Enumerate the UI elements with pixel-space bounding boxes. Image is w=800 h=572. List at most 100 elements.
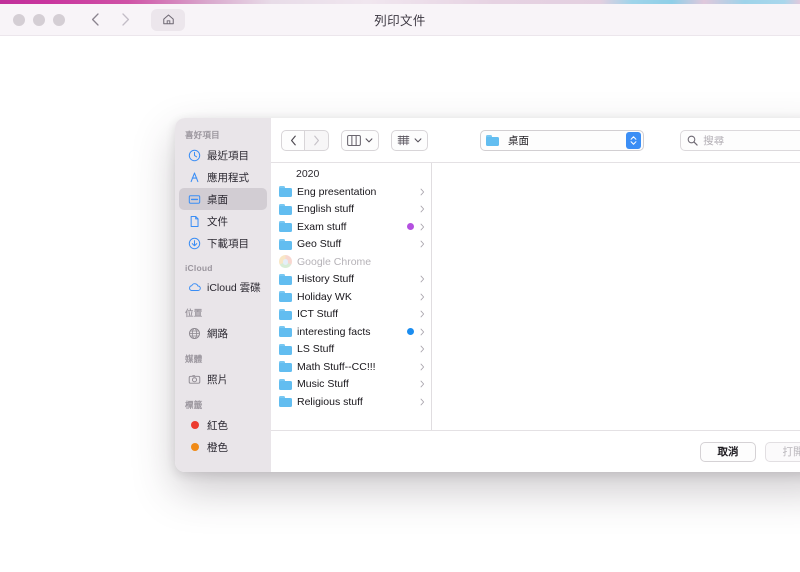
home-icon xyxy=(162,14,174,25)
list-item[interactable]: Holiday WK xyxy=(271,288,431,306)
tag-dot-icon xyxy=(187,418,202,433)
view-mode-popup-button[interactable] xyxy=(341,129,379,151)
photos-camera-icon xyxy=(187,372,202,387)
sidebar-item-photos[interactable]: 照片 xyxy=(179,368,267,390)
list-item[interactable]: History Stuff xyxy=(271,271,431,289)
sidebar-group-media: 媒體 照片 xyxy=(175,353,271,390)
list-item[interactable]: Eng presentation xyxy=(271,183,431,201)
dialog-back-button[interactable] xyxy=(281,129,305,151)
sidebar-item-network[interactable]: 網路 xyxy=(179,322,267,344)
folder-icon xyxy=(279,361,292,373)
sidebar-item-label: 桌面 xyxy=(207,193,228,206)
file-name: interesting facts xyxy=(297,325,371,338)
dialog-forward-button[interactable] xyxy=(305,129,329,151)
sidebar-item-recents[interactable]: 最近項目 xyxy=(179,144,267,166)
cancel-button[interactable]: 取消 xyxy=(700,441,756,462)
sidebar-item-label: iCloud 雲碟 xyxy=(207,281,261,294)
sidebar-item-applications[interactable]: 應用程式 xyxy=(179,166,267,188)
sidebar-item-downloads[interactable]: 下載項目 xyxy=(179,232,267,254)
group-items-icon xyxy=(397,135,410,145)
stepper-icon[interactable] xyxy=(626,131,642,149)
tag-dot-icon xyxy=(187,440,202,455)
chevron-right-icon xyxy=(419,345,426,353)
file-name: History Stuff xyxy=(297,273,354,286)
column-browser: 2020 Eng presentation English stuff Exam… xyxy=(271,162,800,430)
minimize-window-button[interactable] xyxy=(33,13,45,26)
browser-forward-button[interactable] xyxy=(113,8,137,32)
file-open-dialog: 喜好項目 最近項目 應用程式 桌面 文件 下載項目 iCloud iCloud … xyxy=(175,118,800,472)
file-list-column[interactable]: 2020 Eng presentation English stuff Exam… xyxy=(271,163,432,430)
chevron-right-icon xyxy=(419,398,426,406)
sidebar-item-desktop[interactable]: 桌面 xyxy=(179,188,267,210)
sidebar-item-label: 網路 xyxy=(207,327,228,340)
folder-icon xyxy=(279,326,292,338)
dialog-toolbar: 桌面 搜尋 xyxy=(271,118,800,162)
sidebar-item-documents[interactable]: 文件 xyxy=(179,210,267,232)
sidebar-item-label: 應用程式 xyxy=(207,171,249,184)
list-item[interactable]: Religious stuff xyxy=(271,393,431,411)
chevron-down-icon xyxy=(365,137,373,142)
sidebar-item-label: 照片 xyxy=(207,373,228,386)
folder-icon xyxy=(279,343,292,355)
list-item[interactable]: Music Stuff xyxy=(271,376,431,394)
chevron-right-icon xyxy=(419,223,426,231)
dialog-sidebar: 喜好項目 最近項目 應用程式 桌面 文件 下載項目 iCloud iCloud … xyxy=(175,118,271,472)
folder-icon xyxy=(279,308,292,320)
network-globe-icon xyxy=(187,326,202,341)
list-item[interactable]: Geo Stuff xyxy=(271,236,431,254)
home-button[interactable] xyxy=(151,8,185,31)
open-button[interactable]: 打開 xyxy=(765,441,800,462)
search-placeholder: 搜尋 xyxy=(703,134,725,147)
location-popup-button[interactable]: 桌面 xyxy=(480,129,645,151)
sidebar-group-favorites: 喜好項目 最近項目 應用程式 桌面 文件 下載項目 xyxy=(175,129,271,254)
sidebar-item-tag-red[interactable]: 紅色 xyxy=(179,414,267,436)
zoom-window-button[interactable] xyxy=(53,13,65,26)
file-name: English stuff xyxy=(297,203,355,216)
sidebar-item-label: 下載項目 xyxy=(207,237,249,250)
list-item[interactable]: Google Chrome xyxy=(271,253,431,271)
sidebar-item-label: 最近項目 xyxy=(207,149,249,162)
chevron-right-icon xyxy=(314,135,319,145)
folder-icon xyxy=(279,203,292,215)
folder-icon xyxy=(279,273,292,285)
applications-icon xyxy=(187,170,202,185)
search-icon xyxy=(687,135,698,146)
sidebar-group-tags: 標籤 紅色 橙色 xyxy=(175,399,271,458)
chevron-right-icon xyxy=(419,328,426,336)
list-item[interactable]: Math Stuff--CC!!! xyxy=(271,358,431,376)
list-item[interactable]: LS Stuff xyxy=(271,341,431,359)
sidebar-item-icloud-drive[interactable]: iCloud 雲碟 xyxy=(179,276,267,298)
file-name: Holiday WK xyxy=(297,290,352,303)
dialog-nav-segment xyxy=(281,129,329,151)
chevron-right-icon xyxy=(419,363,426,371)
list-item[interactable]: interesting facts xyxy=(271,323,431,341)
list-item[interactable]: Exam stuff xyxy=(271,218,431,236)
list-item[interactable]: English stuff xyxy=(271,201,431,219)
chevron-right-icon xyxy=(419,310,426,318)
search-field[interactable]: 搜尋 xyxy=(680,129,800,151)
google-chrome-icon xyxy=(279,255,292,269)
browser-back-button[interactable] xyxy=(83,8,107,32)
sidebar-group-title: iCloud xyxy=(185,263,213,273)
sidebar-item-label: 文件 xyxy=(207,215,228,228)
close-window-button[interactable] xyxy=(13,13,25,26)
file-name: Music Stuff xyxy=(297,378,349,391)
clock-icon xyxy=(187,148,202,163)
preview-column xyxy=(432,163,800,430)
accent-gradient-strip xyxy=(0,0,800,4)
browser-nav-group xyxy=(83,8,137,32)
chevron-right-icon xyxy=(419,275,426,283)
desktop-icon xyxy=(187,192,202,207)
document-icon xyxy=(187,214,202,229)
folder-icon xyxy=(279,291,292,303)
list-item[interactable]: 2020 xyxy=(271,164,431,183)
file-name: Google Chrome xyxy=(297,255,372,268)
arrange-popup-button[interactable] xyxy=(391,129,428,151)
chevron-right-icon xyxy=(419,205,426,213)
sidebar-item-tag-orange[interactable]: 橙色 xyxy=(179,436,267,458)
folder-icon xyxy=(279,221,292,233)
sidebar-item-label: 紅色 xyxy=(207,419,228,432)
location-label: 桌面 xyxy=(508,134,529,147)
list-item[interactable]: ICT Stuff xyxy=(271,306,431,324)
file-name: Eng presentation xyxy=(297,185,377,198)
